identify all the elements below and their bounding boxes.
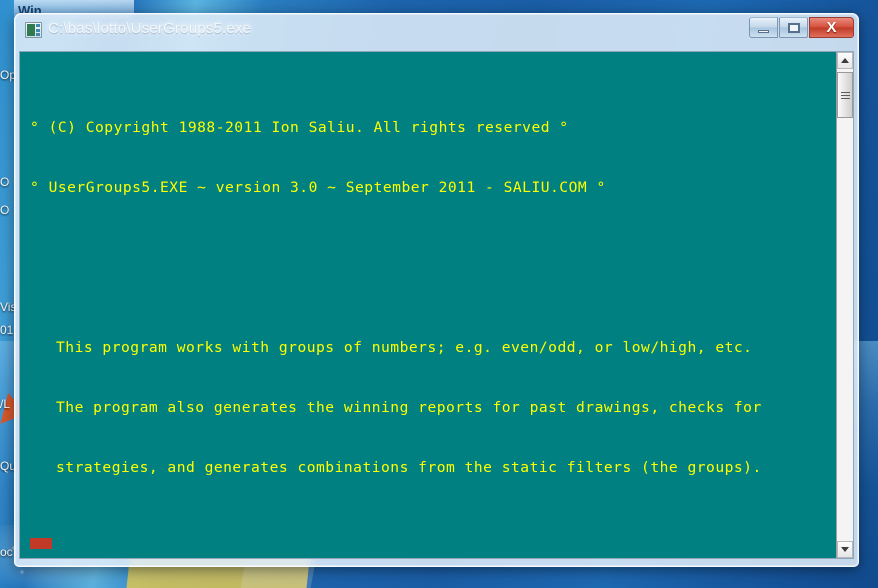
desktop-icon-label: 01	[0, 323, 14, 337]
desktop-icon-label: O	[0, 203, 10, 217]
maximize-icon	[787, 22, 800, 33]
console-scrollbar[interactable]	[836, 52, 853, 558]
description-line-3: strategies, and generates combinations f…	[56, 459, 762, 476]
scroll-down-arrow[interactable]	[837, 541, 853, 558]
desktop-icon-label: /L	[0, 397, 11, 411]
console-cursor	[30, 538, 52, 549]
chevron-up-icon	[841, 58, 849, 63]
copyright-line-2: ° UserGroups5.EXE ~ version 3.0 ~ Septem…	[30, 179, 606, 196]
window-title: C:\bas\lotto\UserGroups5.exe	[48, 20, 252, 37]
console-client-area: ° (C) Copyright 1988-2011 Ion Saliu. All…	[19, 51, 854, 559]
scroll-up-arrow[interactable]	[837, 52, 853, 69]
chevron-down-icon	[841, 547, 849, 552]
console-window[interactable]: C:\bas\lotto\UserGroups5.exe X ° (C) Cop…	[14, 13, 859, 567]
description-line-1: This program works with groups of number…	[56, 339, 753, 356]
scrollbar-track[interactable]	[837, 69, 853, 541]
description-line-2: The program also generates the winning r…	[56, 399, 762, 416]
minimize-icon	[758, 29, 769, 33]
grip-icon	[840, 91, 850, 99]
console-output[interactable]: ° (C) Copyright 1988-2011 Ion Saliu. All…	[20, 52, 836, 558]
desktop-icon-label: oc	[0, 545, 13, 559]
copyright-line-1: ° (C) Copyright 1988-2011 Ion Saliu. All…	[30, 119, 569, 136]
desktop-icon-label: O	[0, 175, 10, 189]
close-icon: X	[826, 19, 837, 36]
console-app-icon	[25, 22, 42, 38]
minimize-button[interactable]	[749, 17, 778, 38]
window-controls[interactable]: X	[749, 17, 854, 38]
maximize-button[interactable]	[779, 17, 808, 38]
close-button[interactable]: X	[809, 17, 854, 38]
scroll-thumb[interactable]	[837, 72, 853, 118]
window-titlebar[interactable]: C:\bas\lotto\UserGroups5.exe X	[19, 17, 854, 51]
